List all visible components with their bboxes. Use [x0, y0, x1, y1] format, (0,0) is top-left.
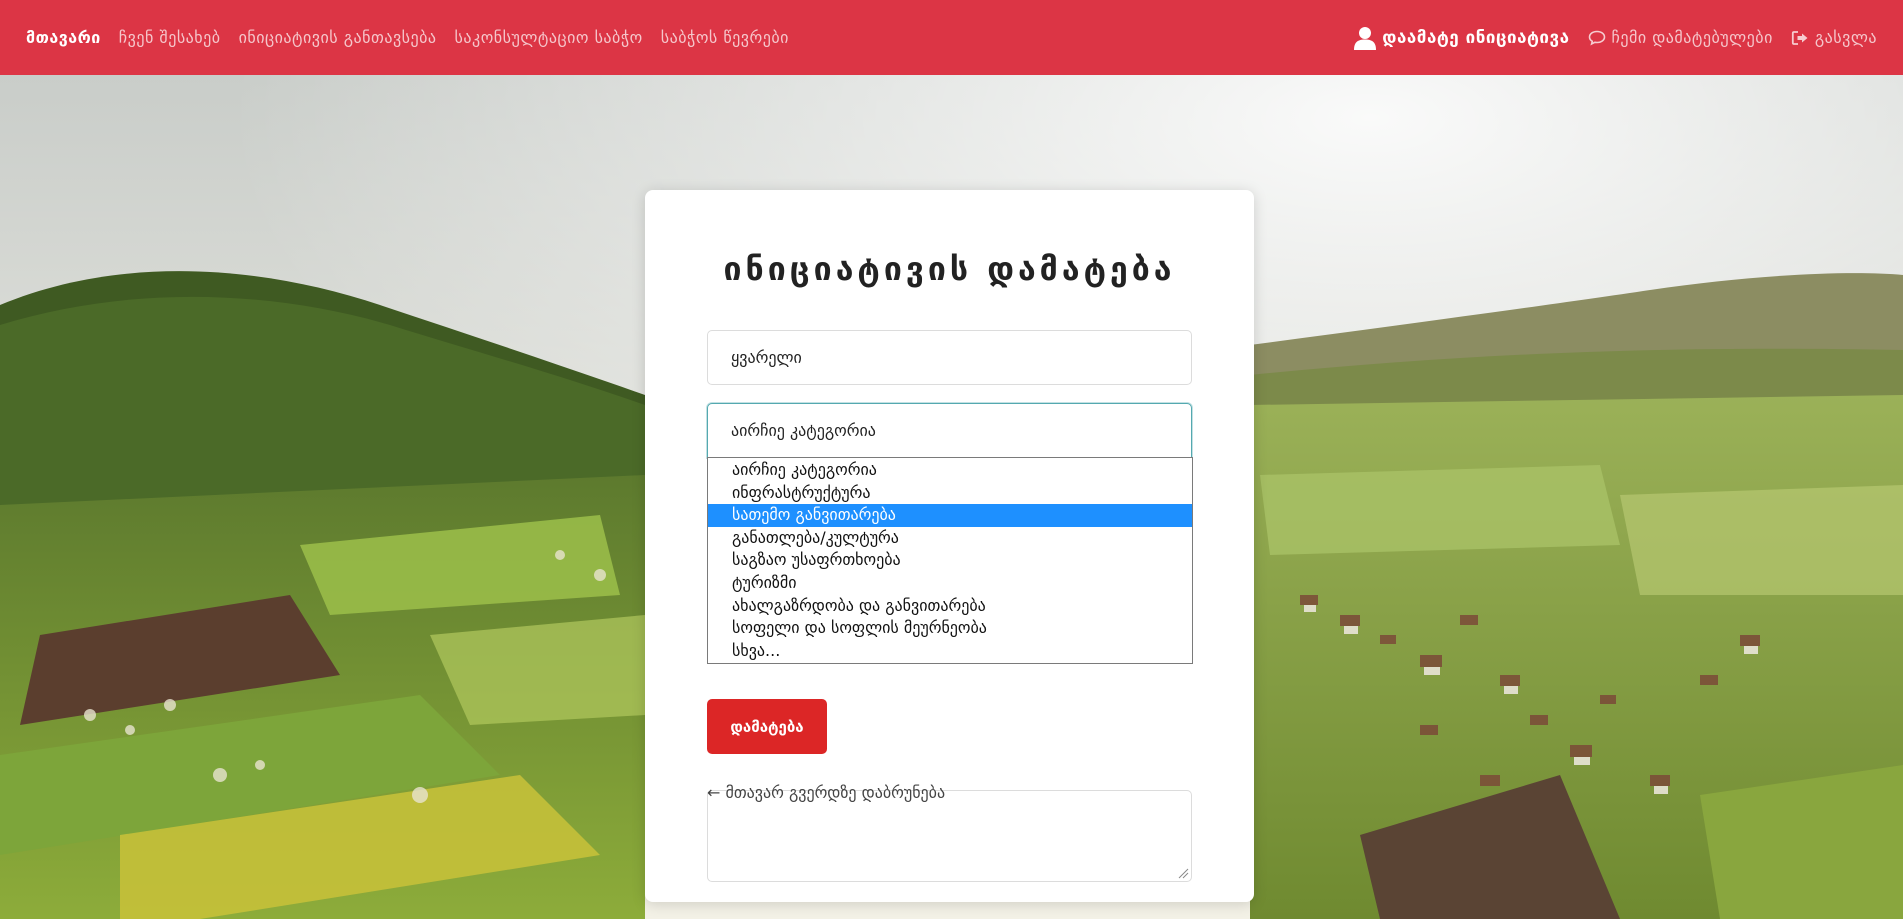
nav-link-post-initiative[interactable]: ინიციატივის განთავსება — [239, 28, 437, 47]
category-option[interactable]: განათლება/კულტურა — [708, 527, 1192, 550]
category-option-highlighted[interactable]: სათემო განვითარება — [708, 504, 1192, 527]
category-select[interactable]: აირჩიე კატეგორია — [707, 403, 1192, 458]
category-option[interactable]: საგზაო უსაფრთხოება — [708, 549, 1192, 572]
nav-link-my-added[interactable]: ჩემი დამატებულები — [1588, 28, 1773, 47]
nav-link-advisory-council[interactable]: საკონსულტაციო საბჭო — [455, 28, 643, 47]
village-name-input[interactable]: ყვარელი — [707, 330, 1192, 385]
description-textarea[interactable] — [707, 790, 1192, 882]
nav-link-council-members[interactable]: საბჭოს წევრები — [661, 28, 789, 47]
nav-right-links: დაამატე ინიციატივა ჩემი დამატებულები გას… — [1336, 26, 1877, 50]
category-option[interactable]: ახალგაზრდობა და განვითარება — [708, 595, 1192, 618]
category-dropdown-list: აირჩიე კატეგორია ინფრასტრუქტურა სათემო გ… — [707, 457, 1193, 664]
nav-link-about[interactable]: ჩვენ შესახებ — [119, 28, 221, 47]
nav-add-initiative-label: დაამატე ინიციატივა — [1382, 27, 1570, 48]
page-title: ინიციატივის დამატება — [723, 250, 1176, 288]
nav-my-added-label: ჩემი დამატებულები — [1611, 28, 1773, 47]
category-option[interactable]: ტურიზმი — [708, 572, 1192, 595]
nav-link-home[interactable]: მთავარი — [26, 28, 101, 47]
nav-logout-label: გასვლა — [1814, 28, 1877, 47]
submit-button[interactable]: დამატება — [707, 699, 827, 754]
category-option[interactable]: სოფელი და სოფლის მეურნეობა — [708, 617, 1192, 640]
user-icon — [1354, 26, 1377, 50]
nav-left-links: მთავარი ჩვენ შესახებ ინიციატივის განთავს… — [26, 28, 807, 47]
category-option[interactable]: აირჩიე კატეგორია — [708, 459, 1192, 482]
top-navbar: მთავარი ჩვენ შესახებ ინიციატივის განთავს… — [0, 0, 1903, 75]
resize-grip-icon[interactable] — [1177, 867, 1189, 879]
back-to-home-link[interactable]: ← მთავარ გვერდზე დაბრუნება — [707, 783, 945, 802]
sign-out-icon — [1791, 30, 1809, 46]
category-option[interactable]: ინფრასტრუქტურა — [708, 482, 1192, 505]
comment-icon — [1588, 30, 1606, 46]
nav-link-add-initiative[interactable]: დაამატე ინიციატივა — [1354, 26, 1569, 50]
nav-link-logout[interactable]: გასვლა — [1791, 28, 1877, 47]
category-option[interactable]: სხვა... — [708, 640, 1192, 663]
